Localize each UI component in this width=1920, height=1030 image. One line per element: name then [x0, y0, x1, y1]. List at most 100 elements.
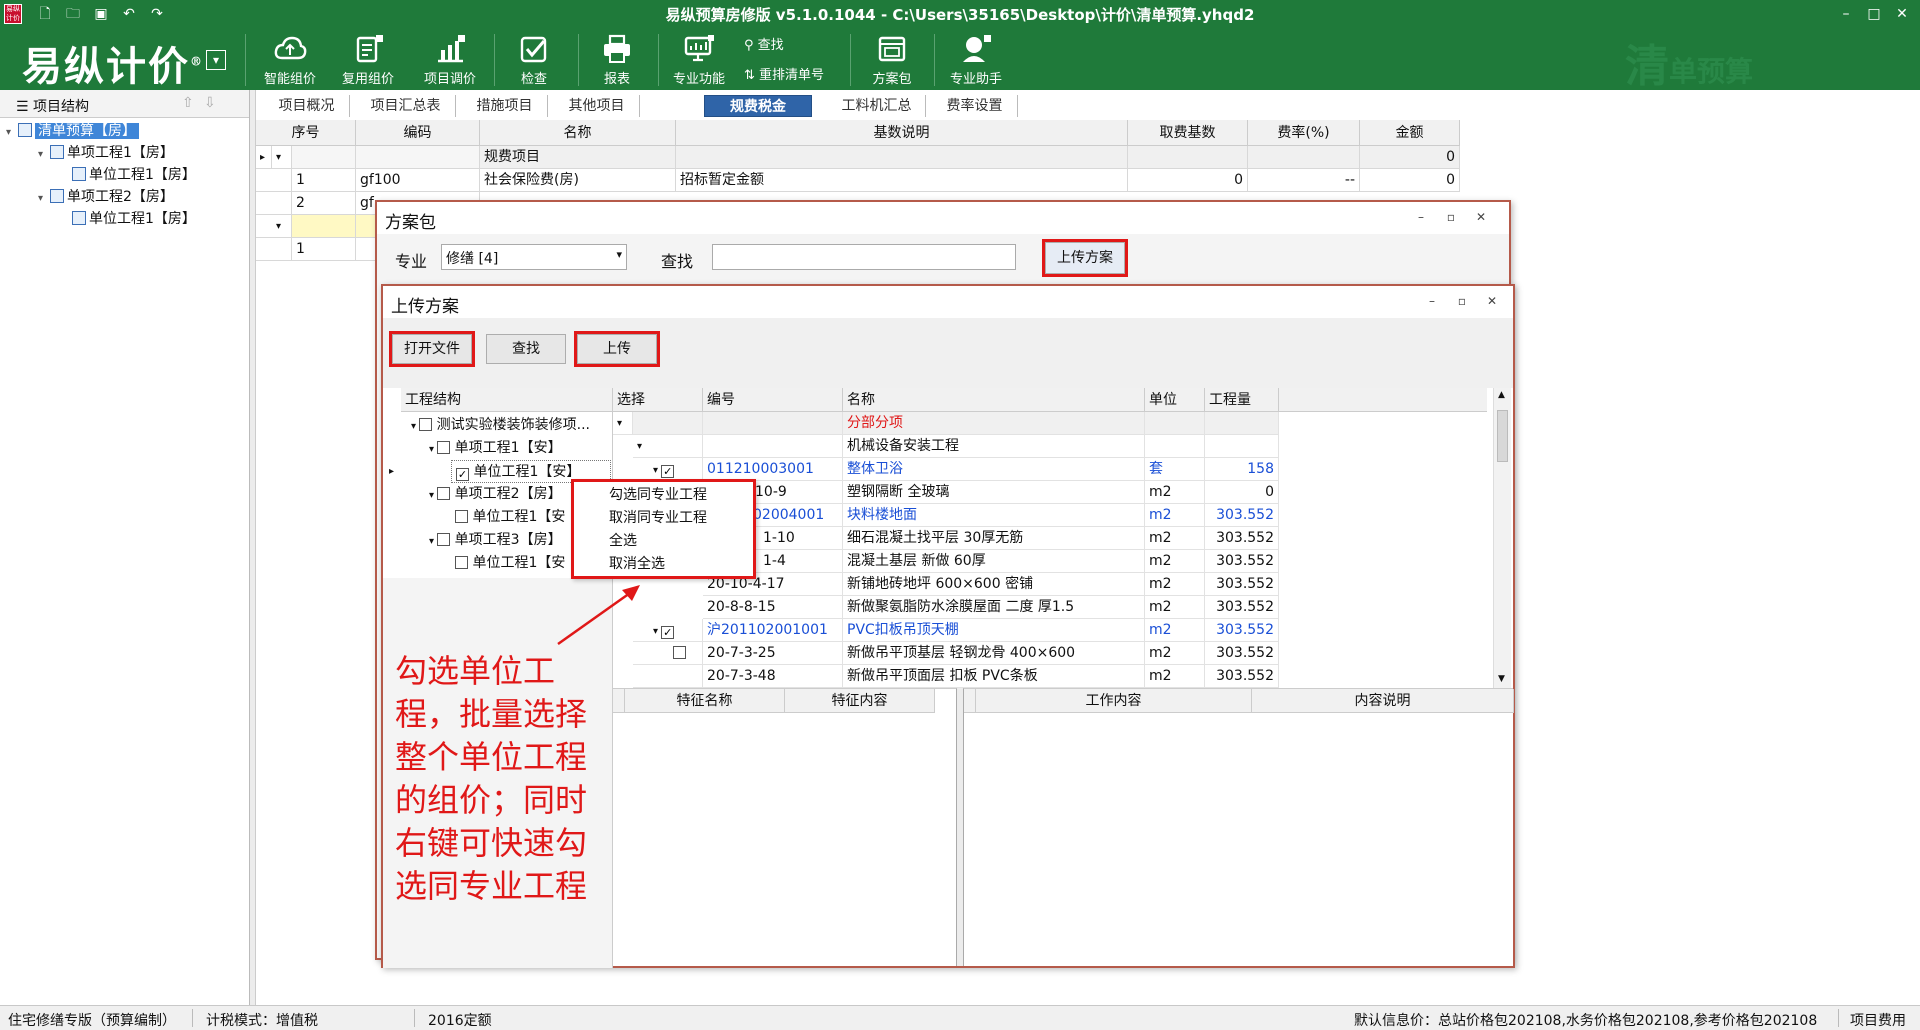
brand-watermark: 清单预算	[1625, 41, 1754, 92]
col-base[interactable]: 取费基数	[1128, 120, 1248, 146]
minimize-button[interactable]: –	[1832, 2, 1860, 26]
find-input[interactable]	[712, 244, 1016, 270]
scroll-down-icon[interactable]: ▼	[1498, 674, 1505, 684]
close-icon[interactable]: ✕	[1483, 294, 1501, 310]
list-cell: 303.552	[1205, 527, 1279, 550]
collapse-icon[interactable]: ▾	[653, 465, 661, 476]
checkbox[interactable]	[419, 418, 433, 431]
find-button[interactable]: 查找	[486, 334, 566, 364]
tree-node-item1[interactable]: ▾ 单项工程1【房】	[38, 142, 174, 164]
col-feature-content[interactable]: 特征内容	[785, 689, 935, 713]
col-feature-name[interactable]: 特征名称	[625, 689, 785, 713]
col-unit[interactable]: 单位	[1145, 388, 1205, 412]
upload-plan-button[interactable]: 上传方案	[1042, 239, 1128, 277]
upload-button[interactable]: 上传	[574, 331, 660, 367]
col-select[interactable]: 选择	[613, 388, 703, 412]
move-up-icon[interactable]: ⇧	[182, 95, 194, 111]
col-basis[interactable]: 基数说明	[676, 120, 1128, 146]
reuse-pricing-button[interactable]: 复用组价	[336, 28, 400, 90]
close-button[interactable]: ✕	[1888, 2, 1916, 26]
collapse-icon[interactable]: ▾	[429, 490, 437, 501]
list-cell: m2	[1145, 573, 1205, 596]
plan-package-button[interactable]: 方案包	[860, 28, 924, 90]
smart-pricing-button[interactable]: 智能组价	[258, 28, 322, 90]
menu-item-select-all[interactable]: 全选	[609, 530, 637, 552]
vertical-scrollbar[interactable]: ▲ ▼	[1493, 388, 1511, 688]
col-code[interactable]: 编号	[703, 388, 843, 412]
checkbox[interactable]	[437, 487, 451, 500]
list-cell: 混凝土基层 新做 60厚	[843, 550, 1145, 573]
scroll-thumb[interactable]	[1497, 410, 1508, 462]
tree-node-item2[interactable]: ▾ 单项工程2【房】	[38, 186, 174, 208]
move-down-icon[interactable]: ⇩	[204, 95, 216, 111]
minimize-icon[interactable]: –	[1412, 210, 1430, 226]
menu-item-deselect-all[interactable]: 取消全选	[609, 553, 665, 575]
checkbox[interactable]	[455, 556, 468, 569]
tree-node-unit2[interactable]: 单位工程1【房】	[72, 208, 196, 230]
status-project-fee[interactable]: 项目费用	[1850, 1010, 1906, 1030]
find-button[interactable]: ⚲ 查找	[744, 34, 784, 53]
restore-icon[interactable]: ▫	[1442, 210, 1460, 226]
tab-measures[interactable]: 措施项目	[462, 95, 548, 117]
list-cell: m2	[1145, 596, 1205, 619]
collapse-icon[interactable]: ▾	[38, 144, 50, 166]
renumber-button[interactable]: ⇅ 重排清单号	[744, 64, 824, 83]
tree-node-unit1[interactable]: 单位工程1【房】	[72, 164, 196, 186]
professional-functions-button[interactable]: 专业功能	[664, 28, 734, 90]
printer-icon	[604, 34, 630, 63]
tab-other[interactable]: 其他项目	[554, 95, 640, 117]
col-seq[interactable]: 序号	[256, 120, 356, 146]
col-amount[interactable]: 金额	[1360, 120, 1460, 146]
menu-item-check-same-specialty[interactable]: 勾选同专业工程	[609, 484, 707, 506]
expand-icon[interactable]: ▾	[272, 146, 292, 169]
clipboard-icon	[356, 35, 383, 63]
collapse-icon[interactable]: ▾	[613, 412, 633, 435]
row-indicator[interactable]: ▸	[256, 146, 272, 169]
window-title: 易纵预算房修版 v5.1.0.1044 - C:\Users\35165\Des…	[665, 6, 1255, 24]
menu-item-uncheck-same-specialty[interactable]: 取消同专业工程	[609, 507, 707, 529]
checkbox[interactable]	[437, 533, 451, 546]
list-cell: PVC扣板吊顶天棚	[843, 619, 1145, 642]
checkbox[interactable]	[673, 646, 686, 659]
col-work-content[interactable]: 工作内容	[976, 689, 1252, 713]
report-button[interactable]: 报表	[585, 28, 649, 90]
tab-summary[interactable]: 项目汇总表	[356, 95, 456, 117]
maximize-button[interactable]: □	[1860, 2, 1888, 26]
checkbox[interactable]	[455, 510, 468, 523]
scroll-up-icon[interactable]: ▲	[1498, 390, 1505, 400]
project-price-adjust-button[interactable]: 项目调价	[418, 28, 482, 90]
tab-overview[interactable]: 项目概况	[264, 95, 350, 117]
checkbox-checked[interactable]: ✓	[661, 626, 675, 639]
professional-assistant-button[interactable]: 专业助手	[944, 28, 1008, 90]
col-qty[interactable]: 工程量	[1205, 388, 1279, 412]
collapse-icon[interactable]: ▾	[411, 421, 419, 432]
col-content-desc[interactable]: 内容说明	[1252, 689, 1514, 713]
open-file-button[interactable]: 打开文件	[389, 331, 475, 367]
tab-fees-taxes[interactable]: 规费税金	[704, 95, 812, 117]
cloud-icon	[274, 36, 307, 60]
collapse-icon[interactable]: ▾	[633, 435, 703, 458]
col-code[interactable]: 编码	[356, 120, 480, 146]
expand-icon[interactable]: ▾	[256, 215, 292, 238]
col-name[interactable]: 名称	[480, 120, 676, 146]
col-name[interactable]: 名称	[843, 388, 1145, 412]
collapse-icon[interactable]: ▾	[6, 122, 18, 144]
collapse-icon[interactable]: ▾	[429, 444, 437, 455]
logo-dropdown-icon[interactable]: ▾	[206, 50, 226, 70]
close-icon[interactable]: ✕	[1472, 210, 1490, 226]
collapse-icon[interactable]: ▾	[38, 188, 50, 210]
status-quota: 2016定额	[428, 1013, 492, 1029]
restore-icon[interactable]: ▫	[1453, 294, 1471, 310]
collapse-icon[interactable]: ▾	[429, 536, 437, 547]
checkbox[interactable]	[437, 441, 451, 454]
check-button[interactable]: 检查	[502, 28, 566, 90]
checkbox-checked[interactable]: ✓	[661, 465, 675, 478]
table-cell: 社会保险费(房)	[480, 169, 676, 192]
specialty-select[interactable]: 修缮 [4] ▾	[441, 244, 627, 270]
col-rate[interactable]: 费率(%)	[1248, 120, 1360, 146]
tab-materials[interactable]: 工料机汇总	[828, 95, 926, 117]
minimize-icon[interactable]: –	[1423, 294, 1441, 310]
tab-rates[interactable]: 费率设置	[932, 95, 1018, 117]
checkbox-checked[interactable]: ✓	[456, 468, 469, 481]
tree-node-root[interactable]: ▾ 清单预算【房】	[6, 120, 139, 142]
